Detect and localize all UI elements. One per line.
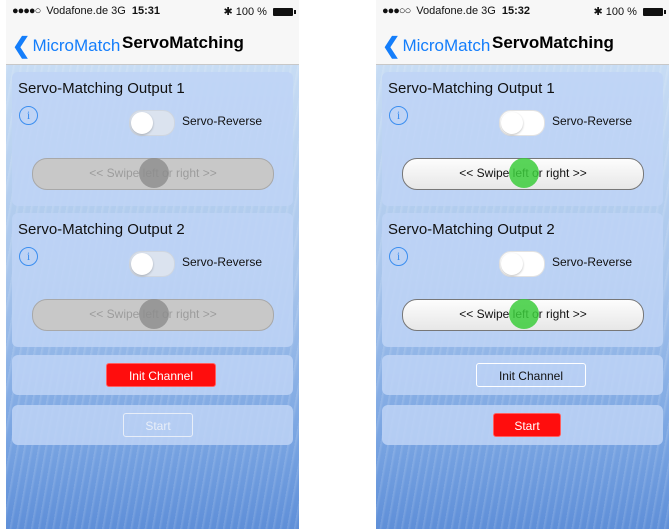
start-panel: Start — [12, 405, 293, 445]
battery-percent: 100 % — [235, 6, 267, 18]
chevron-left-icon: ❮ — [382, 33, 401, 58]
init-panel: Init Channel — [12, 355, 293, 395]
info-circle-icon[interactable]: i — [19, 247, 38, 266]
servo-reverse-toggle-1[interactable] — [499, 110, 545, 136]
network-type: 3G — [481, 5, 496, 17]
toggle-knob — [131, 253, 153, 275]
toggle-knob — [131, 112, 153, 134]
output-2-panel: Servo-Matching Output 2 i Servo-Reverse … — [382, 213, 663, 347]
output-2-title: Servo-Matching Output 2 — [18, 221, 185, 238]
status-bar: ●●●○○ Vodafone.de 3G 15:32 ✱ 100 % — [376, 0, 669, 22]
servo-reverse-toggle-1[interactable] — [129, 110, 175, 136]
back-button[interactable]: ❮ MicroMatch — [382, 33, 490, 59]
status-bar: ●●●●○ Vodafone.de 3G 15:31 ✱ 100 % — [6, 0, 299, 22]
output-1-title: Servo-Matching Output 1 — [388, 80, 555, 97]
signal-strength-icon: ●●●●○ — [12, 5, 41, 17]
output-2-panel: Servo-Matching Output 2 i Servo-Reverse … — [12, 213, 293, 347]
init-panel: Init Channel — [382, 355, 663, 395]
swipe-slider-2[interactable]: << Swipe left or right >> — [402, 299, 644, 331]
carrier-name: Vodafone.de — [46, 5, 109, 17]
info-circle-icon[interactable]: i — [389, 247, 408, 266]
output-1-panel: Servo-Matching Output 1 i Servo-Reverse … — [382, 72, 663, 206]
page-title: ServoMatching — [492, 33, 614, 52]
init-channel-button[interactable]: Init Channel — [106, 363, 216, 387]
info-circle-icon[interactable]: i — [389, 106, 408, 125]
battery-icon — [643, 8, 666, 16]
swipe-knob[interactable] — [509, 299, 539, 329]
signal-strength-icon: ●●●○○ — [382, 5, 411, 17]
network-type: 3G — [111, 5, 126, 17]
output-2-title: Servo-Matching Output 2 — [388, 221, 555, 238]
bluetooth-icon: ✱ — [593, 6, 603, 18]
screen-before-init: ●●●●○ Vodafone.de 3G 15:31 ✱ 100 % ❮ Micr… — [6, 0, 299, 529]
info-circle-icon[interactable]: i — [19, 106, 38, 125]
content-background: Servo-Matching Output 1 i Servo-Reverse … — [376, 65, 669, 529]
servo-reverse-toggle-2[interactable] — [499, 251, 545, 277]
status-time: 15:31 — [131, 5, 161, 17]
start-button[interactable]: Start — [123, 413, 193, 437]
navigation-bar: ❮ MicroMatch ServoMatching — [376, 22, 669, 65]
swipe-knob[interactable] — [509, 158, 539, 188]
toggle-knob — [501, 112, 523, 134]
swipe-slider-2[interactable]: << Swipe left or right >> — [32, 299, 274, 331]
servo-reverse-label-2: Servo-Reverse — [552, 255, 633, 269]
navigation-bar: ❮ MicroMatch ServoMatching — [6, 22, 299, 65]
battery-percent: 100 % — [605, 6, 637, 18]
servo-reverse-label-1: Servo-Reverse — [182, 114, 263, 128]
status-time: 15:32 — [501, 5, 531, 17]
swipe-slider-1[interactable]: << Swipe left or right >> — [402, 158, 644, 190]
bluetooth-icon: ✱ — [223, 6, 233, 18]
screen-after-init: ●●●○○ Vodafone.de 3G 15:32 ✱ 100 % ❮ Micr… — [376, 0, 669, 529]
output-1-title: Servo-Matching Output 1 — [18, 80, 185, 97]
init-channel-button[interactable]: Init Channel — [476, 363, 586, 387]
swipe-knob[interactable] — [139, 158, 169, 188]
start-panel: Start — [382, 405, 663, 445]
page-title: ServoMatching — [122, 33, 244, 52]
back-button[interactable]: ❮ MicroMatch — [12, 33, 120, 59]
swipe-slider-1[interactable]: << Swipe left or right >> — [32, 158, 274, 190]
start-button[interactable]: Start — [493, 413, 561, 437]
output-1-panel: Servo-Matching Output 1 i Servo-Reverse … — [12, 72, 293, 206]
servo-reverse-toggle-2[interactable] — [129, 251, 175, 277]
servo-reverse-label-2: Servo-Reverse — [182, 255, 263, 269]
back-label: MicroMatch — [32, 36, 121, 55]
toggle-knob — [501, 253, 523, 275]
carrier-name: Vodafone.de — [416, 5, 479, 17]
battery-icon — [273, 8, 296, 16]
chevron-left-icon: ❮ — [12, 33, 31, 58]
back-label: MicroMatch — [402, 36, 491, 55]
swipe-knob[interactable] — [139, 299, 169, 329]
content-background: Servo-Matching Output 1 i Servo-Reverse … — [6, 65, 299, 529]
servo-reverse-label-1: Servo-Reverse — [552, 114, 633, 128]
